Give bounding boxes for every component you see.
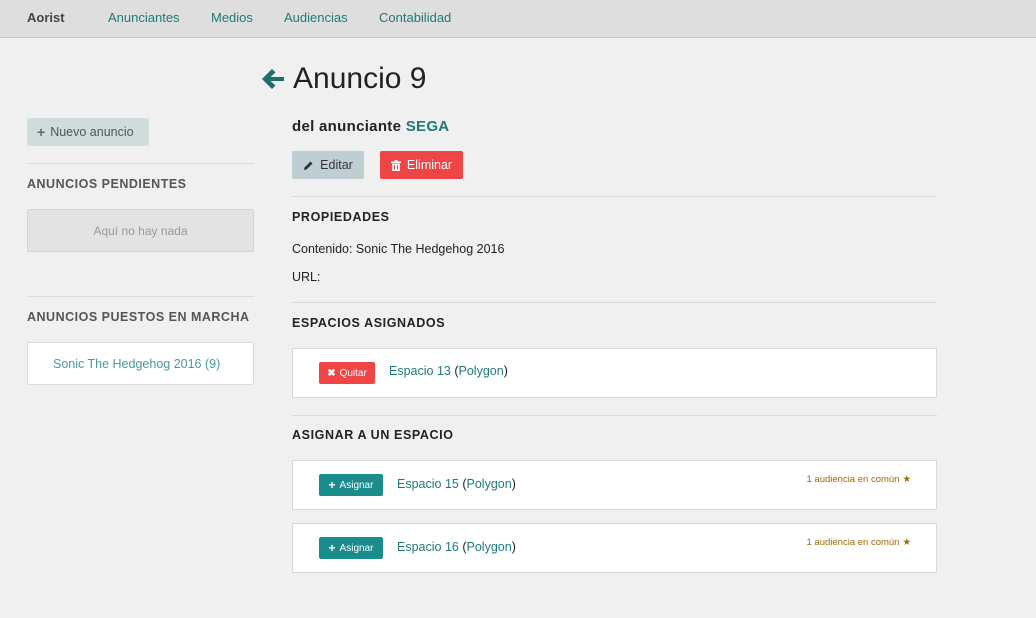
available-space-text: Espacio 16 (Polygon) [397,540,516,554]
plus-icon: + [37,124,46,140]
assign-label: Asignar [339,479,374,491]
medium-link[interactable]: Polygon [467,477,512,491]
advertiser-link[interactable]: SEGA [406,118,450,135]
available-space-card: + Asignar Espacio 15 (Polygon) 1 audienc… [292,460,937,510]
page-header: Anuncio 9 [259,59,426,99]
space-link[interactable]: Espacio 15 [397,477,459,491]
remove-space-button[interactable]: ✖ Quitar [319,362,375,384]
trash-icon [390,159,401,171]
pencil-icon [304,161,313,170]
url-property: URL: [292,270,321,284]
close-icon: ✖ [327,367,336,379]
assign-space-button[interactable]: + Asignar [319,474,383,496]
properties-heading: PROPIEDADES [292,210,390,224]
sidebar-divider [27,296,254,297]
common-audience-badge: 1 audiencia en común ★ [807,474,912,485]
assigned-space-text: Espacio 13 (Polygon) [389,364,508,378]
pending-ads-heading: ANUNCIOS PENDIENTES [27,177,187,191]
edit-label: Editar [320,158,353,172]
top-navbar: Aorist Anunciantes Medios Audiencias Con… [0,0,1036,38]
space-link[interactable]: Espacio 13 [389,364,451,378]
plus-icon: + [328,478,336,492]
assigned-spaces-heading: ESPACIOS ASIGNADOS [292,316,446,330]
delete-label: Eliminar [406,158,453,172]
section-divider [292,302,937,303]
nav-link-medios[interactable]: Medios [211,10,253,25]
star-icon: ★ [902,537,911,548]
space-link[interactable]: Espacio 16 [397,540,459,554]
common-audience-text: 1 audiencia en común [806,537,900,548]
running-ad-item[interactable]: Sonic The Hedgehog 2016 (9) [27,342,254,385]
advertiser-subtitle: del anunciante SEGA [292,118,449,135]
nav-link-anunciantes[interactable]: Anunciantes [108,10,180,25]
pending-empty-state: Aquí no hay nada [27,209,254,252]
assign-label: Asignar [339,542,374,554]
assign-space-button[interactable]: + Asignar [319,537,383,559]
plus-icon: + [328,541,336,555]
available-space-card: + Asignar Espacio 16 (Polygon) 1 audienc… [292,523,937,573]
edit-button[interactable]: Editar [292,151,364,179]
medium-link[interactable]: Polygon [467,540,512,554]
new-ad-button[interactable]: + Nuevo anuncio [27,118,149,146]
running-ads-heading: ANUNCIOS PUESTOS EN MARCHA [27,310,250,324]
nav-link-contabilidad[interactable]: Contabilidad [379,10,451,25]
new-ad-label: Nuevo anuncio [50,125,134,139]
brand-logo[interactable]: Aorist [27,10,65,25]
content-property: Contenido: Sonic The Hedgehog 2016 [292,242,505,256]
common-audience-badge: 1 audiencia en común ★ [807,537,912,548]
star-icon: ★ [902,474,911,485]
remove-label: Quitar [339,367,367,379]
arrow-left-icon[interactable] [259,65,287,93]
section-divider [292,196,937,197]
medium-link[interactable]: Polygon [459,364,504,378]
page-title: Anuncio 9 [293,62,427,95]
available-space-text: Espacio 15 (Polygon) [397,477,516,491]
delete-button[interactable]: Eliminar [380,151,463,179]
nav-link-audiencias[interactable]: Audiencias [284,10,348,25]
assigned-space-card: ✖ Quitar Espacio 13 (Polygon) [292,348,937,398]
sidebar-divider [27,163,254,164]
section-divider [292,415,937,416]
common-audience-text: 1 audiencia en común [806,474,900,485]
subtitle-prefix: del anunciante [292,118,402,135]
assign-space-heading: ASIGNAR A UN ESPACIO [292,428,454,442]
